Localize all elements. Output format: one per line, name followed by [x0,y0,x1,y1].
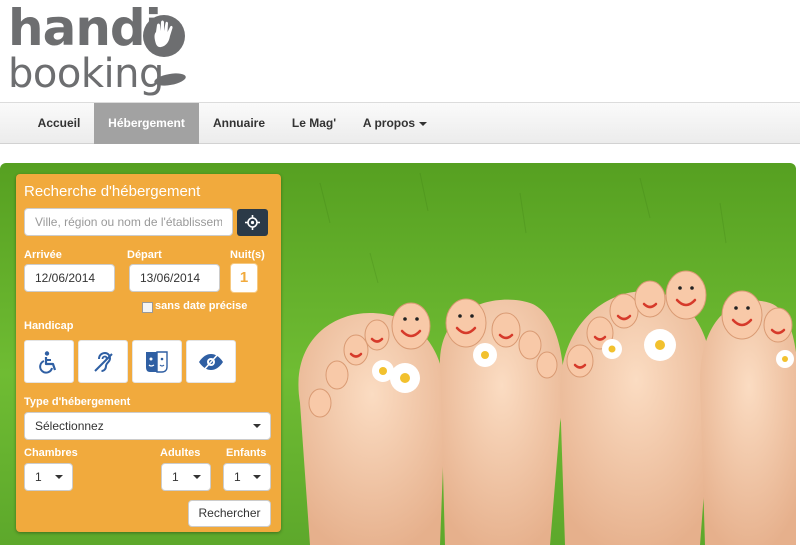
site-logo[interactable]: handi booking [8,0,188,100]
nav-le-mag[interactable]: Le Mag' [279,103,349,144]
children-label: Enfants [226,447,267,459]
no-date-label: sans date précise [155,300,248,312]
nav-annuaire-label: Annuaire [212,116,265,130]
handicap-motor-button[interactable] [24,340,74,383]
nav-annuaire[interactable]: Annuaire [199,103,279,144]
no-date-checkbox[interactable] [142,302,153,313]
geolocate-button[interactable] [237,209,268,236]
children-select[interactable]: 1 [223,463,271,491]
departure-label: Départ [127,249,162,261]
handicap-mental-button[interactable] [132,340,182,383]
nav-hebergement[interactable]: Hébergement [94,103,199,144]
departure-date-field[interactable]: 13/06/2014 [129,264,220,292]
nights-label: Nuit(s) [230,249,265,261]
nav-accueil[interactable]: Accueil [24,103,94,144]
hearing-icon [94,351,113,372]
handicap-visual-button[interactable] [186,340,236,383]
chevron-down-icon [253,424,261,428]
mental-icon [146,350,168,373]
rooms-label: Chambres [24,447,78,459]
nav-a-propos-label: A propos [362,116,416,130]
adults-select[interactable]: 1 [161,463,211,491]
wheelchair-icon [39,350,57,374]
adults-value: 1 [172,470,179,484]
nav-a-propos-dropdown[interactable]: A propos [349,103,441,144]
arrival-date-field[interactable]: 12/06/2014 [24,264,115,292]
chevron-down-icon [193,475,201,479]
rooms-select[interactable]: 1 [24,463,73,491]
nav-hebergement-label: Hébergement [108,116,185,130]
accommodation-type-select[interactable]: Sélectionnez [24,412,271,440]
chevron-down-icon [55,475,63,479]
handicap-label: Handicap [24,320,74,332]
visual-icon [199,350,223,373]
handicap-hearing-button[interactable] [78,340,128,383]
search-panel: Recherche d'hébergement Arrivée 12/06/20… [16,174,281,532]
children-value: 1 [234,470,241,484]
adults-label: Adultes [160,447,201,459]
logo-text-booking: booking [8,51,164,97]
crosshair-icon [245,215,260,230]
chevron-down-icon [419,121,428,126]
nav-le-mag-label: Le Mag' [291,116,337,130]
search-panel-title: Recherche d'hébergement [24,183,201,200]
search-submit-button[interactable]: Rechercher [188,500,271,527]
accommodation-type-value: Sélectionnez [35,419,104,433]
chevron-down-icon [253,475,261,479]
arrival-label: Arrivée [24,249,62,261]
nav-accueil-label: Accueil [37,116,81,130]
accommodation-type-label: Type d'hébergement [24,396,131,408]
rooms-value: 1 [35,470,42,484]
main-navbar: Accueil Hébergement Annuaire Le Mag' A p… [0,102,800,144]
destination-search-input[interactable] [24,208,233,236]
nights-count: 1 [230,263,258,293]
